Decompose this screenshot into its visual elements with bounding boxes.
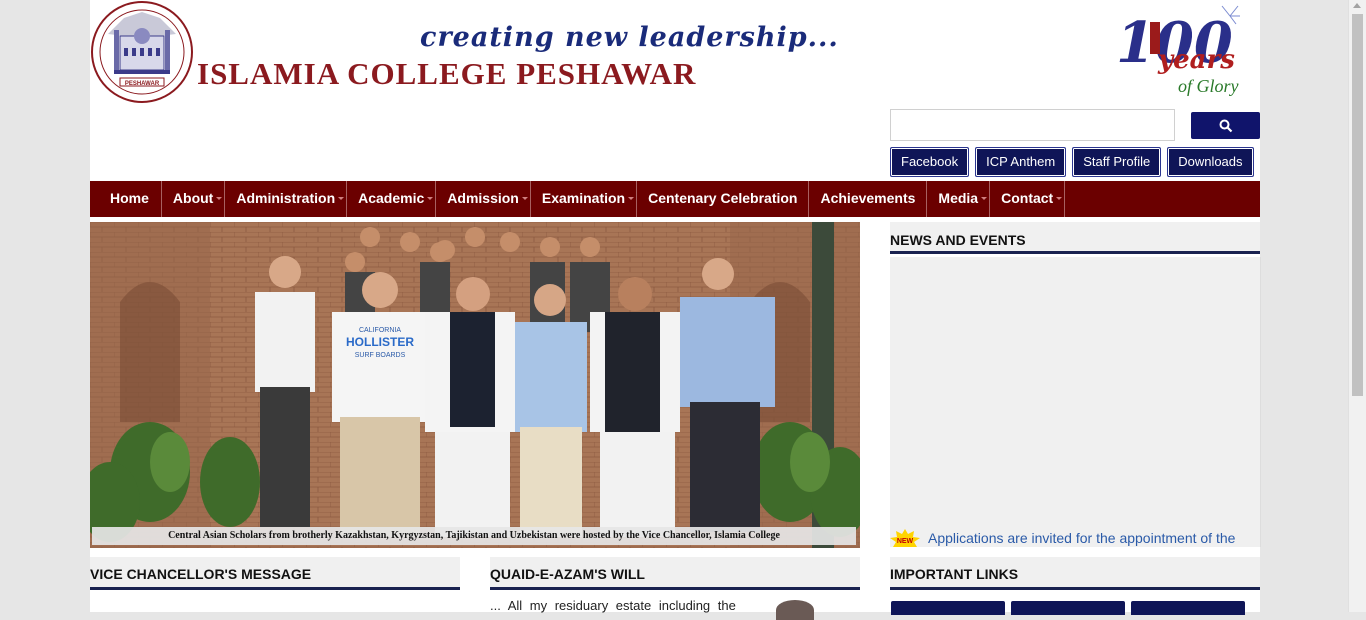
chevron-down-icon xyxy=(427,197,434,200)
nav-label: Administration xyxy=(236,190,336,206)
centenary-years: years xyxy=(1157,45,1235,75)
news-item-link[interactable]: Applications are invited for the appoint… xyxy=(928,530,1235,546)
tagline: creating new leadership... xyxy=(420,22,839,53)
main-nav: Home About Administration Academic Admis… xyxy=(90,181,1260,217)
page-scrollbar[interactable] xyxy=(1348,0,1366,612)
important-link-button[interactable] xyxy=(1131,601,1245,615)
scrollbar-thumb[interactable] xyxy=(1352,14,1363,396)
scroll-up-icon[interactable] xyxy=(1353,3,1361,8)
quaid-photo xyxy=(776,600,814,620)
college-logo[interactable]: PESHAWAR xyxy=(90,0,196,106)
centenary-of-glory: of Glory xyxy=(1178,76,1239,96)
chevron-down-icon xyxy=(628,197,635,200)
group-photo: CALIFORNIA HOLLISTER SURF BOARDS xyxy=(90,222,860,548)
news-events-title: NEWS AND EVENTS xyxy=(890,222,1260,254)
chevron-down-icon xyxy=(216,197,223,200)
nav-label: Admission xyxy=(447,190,519,206)
logo-text: PESHAWAR xyxy=(125,81,160,87)
new-badge-text: NEW xyxy=(897,538,914,545)
search-input[interactable] xyxy=(890,109,1175,141)
chevron-down-icon xyxy=(338,197,345,200)
new-badge-icon: NEW xyxy=(890,529,920,547)
icp-anthem-button[interactable]: ICP Anthem xyxy=(975,147,1067,177)
nav-home[interactable]: Home xyxy=(90,181,162,217)
downloads-button[interactable]: Downloads xyxy=(1167,147,1254,177)
centenary-logo[interactable]: 100 years of Glory xyxy=(1112,2,1258,100)
staff-profile-button[interactable]: Staff Profile xyxy=(1072,147,1162,177)
important-links-title: IMPORTANT LINKS xyxy=(890,557,1260,590)
nav-media[interactable]: Media xyxy=(927,181,991,217)
nav-centenary-celebration[interactable]: Centenary Celebration xyxy=(637,181,810,217)
chevron-down-icon xyxy=(981,197,988,200)
shirt-text: SURF BOARDS xyxy=(355,352,406,359)
important-link-button[interactable] xyxy=(891,601,1005,615)
search-button[interactable] xyxy=(1191,112,1260,139)
nav-administration[interactable]: Administration xyxy=(225,181,348,217)
college-name[interactable]: ISLAMIA COLLEGE PESHAWAR xyxy=(197,56,696,92)
quick-links: Facebook ICP Anthem Staff Profile Downlo… xyxy=(890,147,1254,177)
chevron-down-icon xyxy=(521,197,528,200)
nav-label: Home xyxy=(110,190,149,206)
nav-label: Centenary Celebration xyxy=(648,190,798,206)
nav-admission[interactable]: Admission xyxy=(436,181,531,217)
nav-label: Contact xyxy=(1001,190,1054,206)
quaid-will-title: QUAID-E-AZAM'S WILL xyxy=(490,557,860,590)
shirt-text: HOLLISTER xyxy=(346,335,414,349)
news-item[interactable]: NEW Applications are invited for the app… xyxy=(890,528,1260,548)
nav-label: Examination xyxy=(541,190,626,206)
news-scroller xyxy=(890,257,1261,547)
nav-contact[interactable]: Contact xyxy=(990,181,1066,217)
nav-achievements[interactable]: Achievements xyxy=(809,181,928,217)
search-icon xyxy=(1219,119,1232,132)
nav-about[interactable]: About xyxy=(162,181,226,217)
vc-message-title: VICE CHANCELLOR'S MESSAGE xyxy=(90,557,460,590)
facebook-button[interactable]: Facebook xyxy=(890,147,970,177)
nav-academic[interactable]: Academic xyxy=(347,181,437,217)
slider-caption: Central Asian Scholars from brotherly Ka… xyxy=(92,527,856,545)
chevron-down-icon xyxy=(1056,197,1063,200)
nav-label: About xyxy=(172,190,214,206)
shirt-text: CALIFORNIA xyxy=(359,327,401,334)
image-slider[interactable]: CALIFORNIA HOLLISTER SURF BOARDS Central… xyxy=(90,222,860,548)
important-links-list xyxy=(891,601,1245,615)
quaid-will-text: ... All my residuary estate including th… xyxy=(490,598,736,613)
nav-examination[interactable]: Examination xyxy=(531,181,638,217)
nav-label: Academic xyxy=(358,190,425,206)
important-link-button[interactable] xyxy=(1011,601,1125,615)
nav-label: Achievements xyxy=(820,190,916,206)
page: PESHAWAR creating new leadership... ISLA… xyxy=(90,0,1261,620)
nav-label: Media xyxy=(938,190,979,206)
